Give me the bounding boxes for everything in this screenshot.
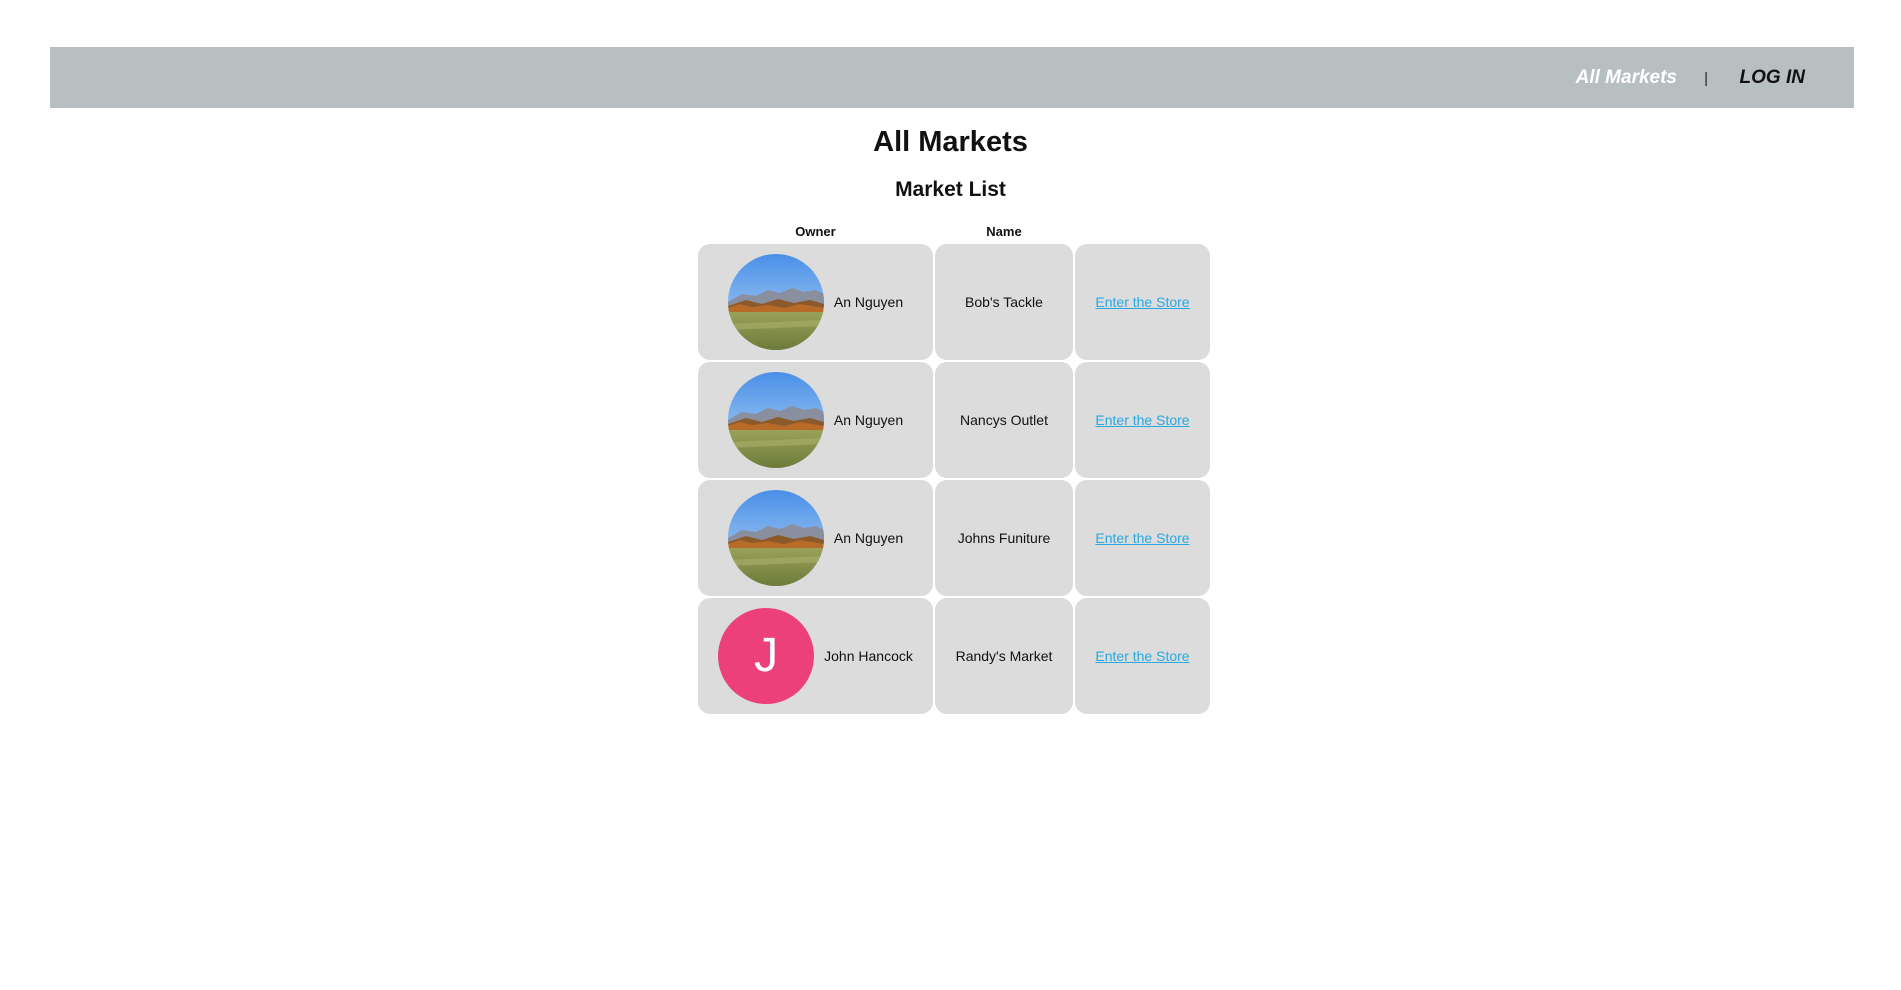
- nav-login-link[interactable]: LOG IN: [1740, 47, 1805, 108]
- link-cell: Enter the Store: [1075, 480, 1210, 596]
- owner-avatar-photo: [728, 254, 824, 350]
- table-row: An Nguyen Johns Funiture Enter the Store: [698, 480, 1210, 596]
- owner-name: John Hancock: [824, 648, 913, 664]
- owner-column-header: Owner: [795, 223, 836, 239]
- market-name: Nancys Outlet: [935, 362, 1073, 478]
- nav-separator: |: [1704, 70, 1708, 87]
- enter-store-link[interactable]: Enter the Store: [1095, 648, 1189, 664]
- market-name: Bob's Tackle: [935, 244, 1073, 360]
- enter-store-link[interactable]: Enter the Store: [1095, 294, 1189, 310]
- market-name: Randy's Market: [935, 598, 1073, 714]
- table-row: An Nguyen Bob's Tackle Enter the Store: [698, 244, 1210, 360]
- owner-cell: J John Hancock: [698, 598, 933, 714]
- enter-store-link[interactable]: Enter the Store: [1095, 530, 1189, 546]
- enter-store-link[interactable]: Enter the Store: [1095, 412, 1189, 428]
- market-name: Johns Funiture: [935, 480, 1073, 596]
- table-header-row: Owner Name: [698, 220, 1210, 242]
- link-cell: Enter the Store: [1075, 362, 1210, 478]
- table-row: J John Hancock Randy's Market Enter the …: [698, 598, 1210, 714]
- owner-avatar-photo: [728, 372, 824, 468]
- nav-all-markets-link[interactable]: All Markets: [1576, 47, 1677, 108]
- section-title: Market List: [895, 178, 1006, 201]
- table-row: An Nguyen Nancys Outlet Enter the Store: [698, 362, 1210, 478]
- market-table: Owner Name An Nguyen Bob's Tackle Enter …: [696, 218, 1212, 716]
- owner-cell: An Nguyen: [698, 362, 933, 478]
- name-column-header: Name: [986, 223, 1022, 239]
- owner-name: An Nguyen: [833, 530, 904, 546]
- owner-name: An Nguyen: [833, 412, 904, 428]
- owner-name: An Nguyen: [833, 294, 904, 310]
- link-cell: Enter the Store: [1075, 244, 1210, 360]
- owner-avatar-letter: J: [718, 608, 815, 704]
- owner-cell: An Nguyen: [698, 244, 933, 360]
- owner-avatar-photo: [728, 490, 824, 586]
- page-title: All Markets: [873, 126, 1028, 158]
- top-navbar: All Markets | LOG IN: [50, 47, 1854, 108]
- link-cell: Enter the Store: [1075, 598, 1210, 714]
- link-column-header: [1075, 220, 1210, 242]
- owner-cell: An Nguyen: [698, 480, 933, 596]
